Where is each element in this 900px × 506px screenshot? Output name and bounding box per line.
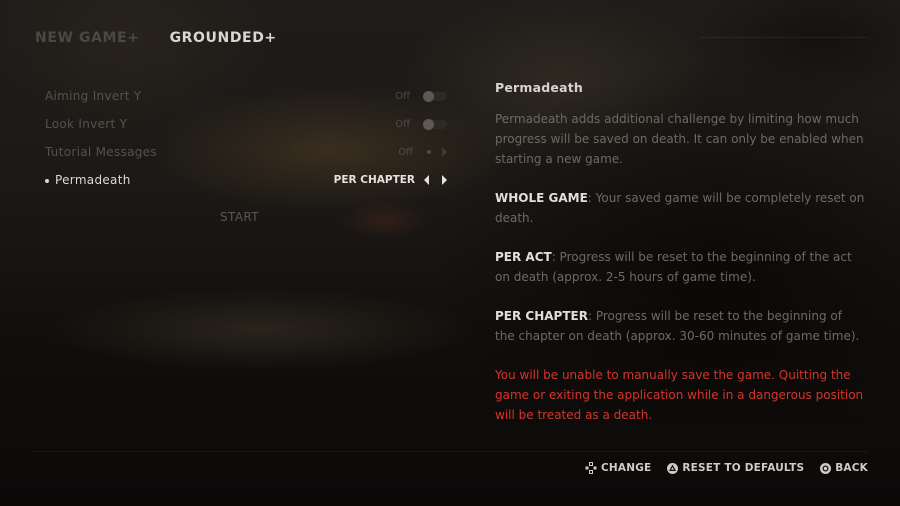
hint-label: RESET TO DEFAULTS [682,462,805,474]
toggle-knob [423,118,434,130]
setting-value: Off [395,90,447,102]
option-per-act: PER ACT: Progress will be reset to the b… [495,247,865,287]
setting-label-text: Permadeath [55,173,131,187]
footer-divider [33,451,868,452]
setting-value-text: PER CHAPTER [333,174,415,186]
option-per-chapter: PER CHAPTER: Progress will be reset to t… [495,306,865,346]
setting-look-invert-y[interactable]: Look Invert Y Off [45,110,447,138]
background-glow [340,200,430,240]
dot-icon [427,150,431,154]
setting-value-text: Off [398,146,413,158]
description-intro: Permadeath adds additional challenge by … [495,112,864,166]
setting-label: Permadeath [45,173,131,187]
toggle-switch[interactable] [423,118,447,130]
setting-value-text: Off [395,118,410,130]
tab-new-game-plus[interactable]: NEW GAME+ [35,30,140,46]
warning-text: You will be unable to manually save the … [495,368,864,422]
arrow-right-icon[interactable] [442,175,447,185]
setting-aiming-invert-y[interactable]: Aiming Invert Y Off [45,82,447,110]
toggle-knob [423,90,434,102]
dpad-icon [585,462,597,474]
setting-value: PER CHAPTER [334,174,447,186]
header-divider [700,37,868,38]
hint-label: BACK [835,462,868,474]
setting-permadeath[interactable]: Permadeath PER CHAPTER [45,166,447,194]
settings-list: Aiming Invert Y Off Look Invert Y Off Tu… [45,82,447,194]
option-name: WHOLE GAME [495,191,588,205]
hint-back[interactable]: BACK [820,462,868,474]
hint-label: CHANGE [600,462,652,474]
description-title: Permadeath [495,80,583,95]
setting-value: Off [398,147,447,158]
start-button[interactable]: START [220,210,259,224]
tab-grounded-plus[interactable]: GROUNDED+ [170,30,277,46]
button-hints: CHANGE RESET TO DEFAULTS BACK [569,462,868,474]
circle-button-icon [820,462,832,474]
hint-reset-to-defaults[interactable]: RESET TO DEFAULTS [667,462,804,474]
setting-value: Off [395,118,447,130]
setting-label: Aiming Invert Y [45,89,142,103]
selection-bullet-icon [45,178,49,183]
hint-change[interactable]: CHANGE [585,462,651,474]
mode-tabs: NEW GAME+ GROUNDED+ [35,30,307,46]
toggle-switch[interactable] [423,90,447,102]
setting-value-text: Off [395,90,410,102]
setting-label: Look Invert Y [45,117,128,131]
arrow-left-icon[interactable] [424,175,429,185]
option-name: PER CHAPTER [495,309,588,323]
option-whole-game: WHOLE GAME: Your saved game will be comp… [495,188,865,228]
description-panel: Permadeath Permadeath adds additional ch… [495,80,865,444]
setting-label: Tutorial Messages [45,145,157,159]
triangle-button-icon [667,462,679,474]
option-name: PER ACT [495,250,552,264]
arrow-right-icon[interactable] [442,147,447,157]
setting-tutorial-messages[interactable]: Tutorial Messages Off [45,138,447,166]
